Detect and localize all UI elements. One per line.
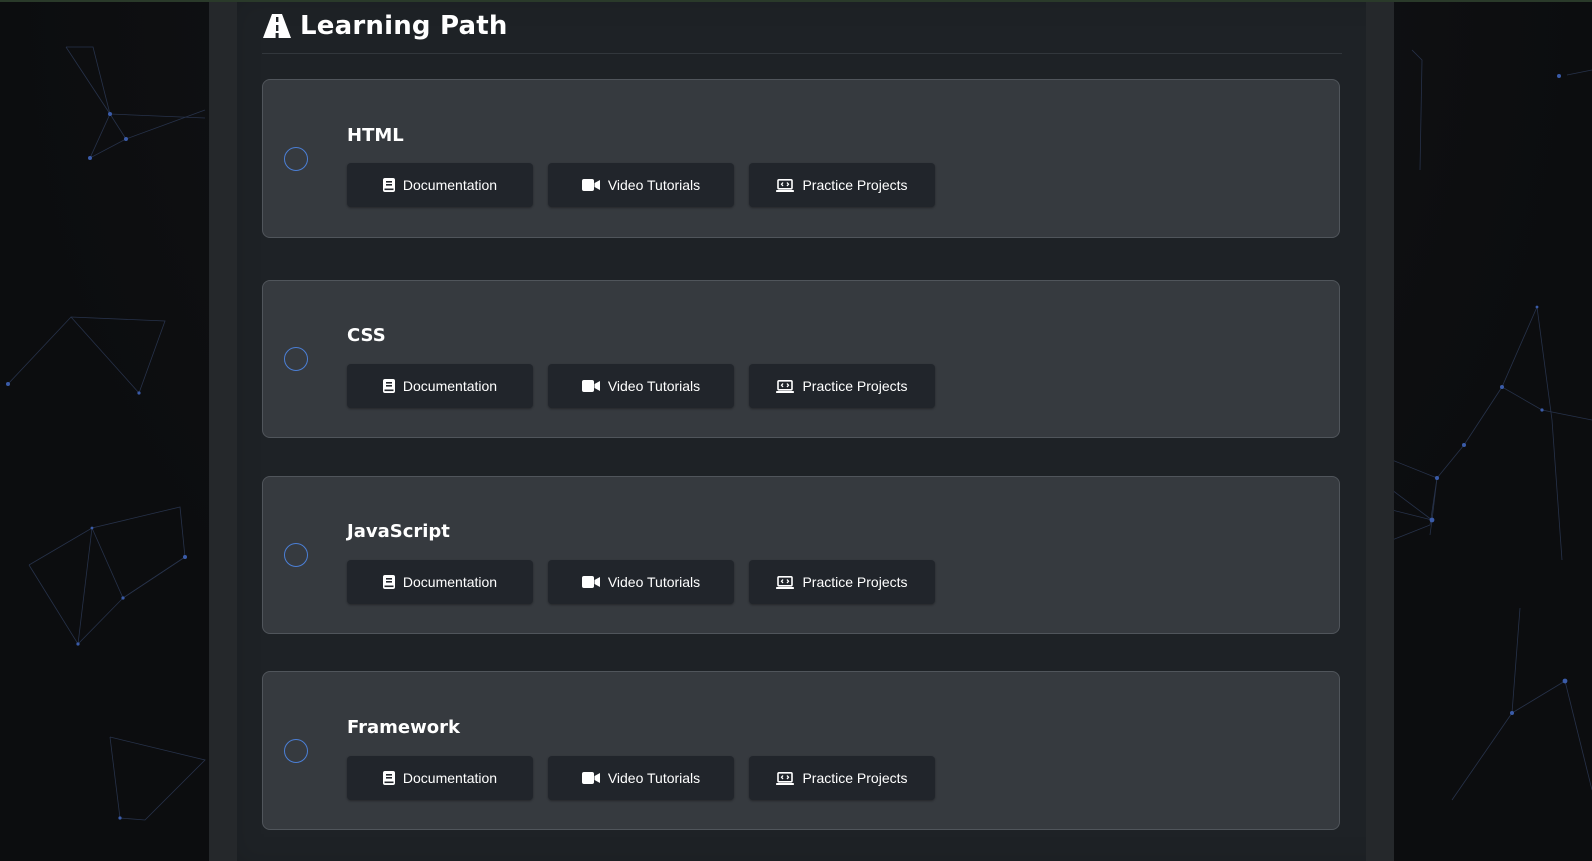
practice-projects-button[interactable]: Practice Projects bbox=[749, 560, 935, 604]
laptop-code-icon bbox=[776, 771, 795, 785]
header-divider bbox=[262, 53, 1342, 54]
practice-projects-button[interactable]: Practice Projects bbox=[749, 364, 935, 408]
video-tutorials-button[interactable]: Video Tutorials bbox=[548, 560, 734, 604]
particle-network-right bbox=[1392, 49, 1592, 801]
button-label: Video Tutorials bbox=[607, 574, 701, 590]
button-label: Video Tutorials bbox=[607, 177, 701, 193]
documentation-button[interactable]: Documentation bbox=[347, 364, 533, 408]
button-label: Documentation bbox=[402, 574, 498, 590]
button-label: Documentation bbox=[402, 177, 498, 193]
particle-network-left bbox=[6, 46, 206, 821]
step-card-html: HTML Documentation Video Tutorials Pract… bbox=[262, 79, 1340, 238]
button-label: Documentation bbox=[402, 770, 498, 786]
step-title: JavaScript bbox=[347, 521, 450, 542]
video-tutorials-button[interactable]: Video Tutorials bbox=[548, 364, 734, 408]
video-tutorials-button[interactable]: Video Tutorials bbox=[548, 756, 734, 800]
button-label: Video Tutorials bbox=[607, 378, 701, 394]
button-label: Video Tutorials bbox=[607, 770, 701, 786]
video-icon bbox=[581, 576, 600, 588]
resource-buttons: Documentation Video Tutorials Practice P… bbox=[347, 364, 935, 408]
button-label: Documentation bbox=[402, 378, 498, 394]
video-tutorials-button[interactable]: Video Tutorials bbox=[548, 163, 734, 207]
step-card-framework: Framework Documentation Video Tutorials … bbox=[262, 671, 1340, 830]
step-title: CSS bbox=[347, 325, 386, 346]
step-title: HTML bbox=[347, 125, 404, 146]
step-card-css: CSS Documentation Video Tutorials Practi… bbox=[262, 280, 1340, 438]
laptop-code-icon bbox=[776, 379, 795, 393]
documentation-button[interactable]: Documentation bbox=[347, 560, 533, 604]
road-icon bbox=[263, 14, 291, 38]
step-title: Framework bbox=[347, 717, 460, 738]
laptop-code-icon bbox=[776, 178, 795, 192]
step-complete-radio[interactable] bbox=[284, 739, 308, 763]
practice-projects-button[interactable]: Practice Projects bbox=[749, 756, 935, 800]
step-complete-radio[interactable] bbox=[284, 347, 308, 371]
page-title: Learning Path bbox=[300, 11, 508, 41]
resource-buttons: Documentation Video Tutorials Practice P… bbox=[347, 163, 935, 207]
resource-buttons: Documentation Video Tutorials Practice P… bbox=[347, 560, 935, 604]
book-icon bbox=[382, 178, 395, 192]
button-label: Practice Projects bbox=[802, 378, 908, 394]
book-icon bbox=[382, 379, 395, 393]
button-label: Practice Projects bbox=[802, 574, 908, 590]
documentation-button[interactable]: Documentation bbox=[347, 756, 533, 800]
button-label: Practice Projects bbox=[802, 770, 908, 786]
laptop-code-icon bbox=[776, 575, 795, 589]
video-icon bbox=[581, 179, 600, 191]
button-label: Practice Projects bbox=[802, 177, 908, 193]
page-background: Learning Path HTML Documentation Video T… bbox=[0, 0, 1592, 861]
step-card-javascript: JavaScript Documentation Video Tutorials… bbox=[262, 476, 1340, 634]
step-complete-radio[interactable] bbox=[284, 543, 308, 567]
page-header: Learning Path bbox=[262, 8, 508, 44]
video-icon bbox=[581, 772, 600, 784]
book-icon bbox=[382, 575, 395, 589]
video-icon bbox=[581, 380, 600, 392]
step-complete-radio[interactable] bbox=[284, 147, 308, 171]
documentation-button[interactable]: Documentation bbox=[347, 163, 533, 207]
practice-projects-button[interactable]: Practice Projects bbox=[749, 163, 935, 207]
book-icon bbox=[382, 771, 395, 785]
resource-buttons: Documentation Video Tutorials Practice P… bbox=[347, 756, 935, 800]
